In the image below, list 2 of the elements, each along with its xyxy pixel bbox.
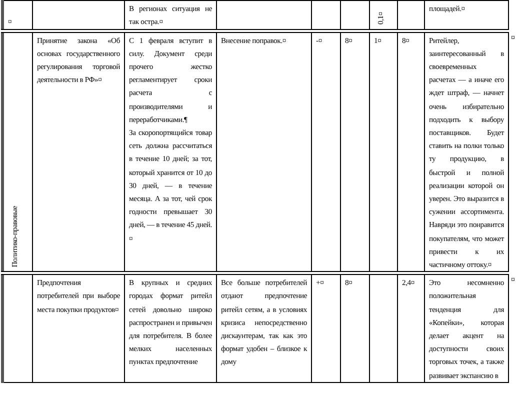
row-end-mark: ¤ bbox=[511, 32, 515, 42]
row-end-mark: ¤ bbox=[511, 275, 515, 284]
